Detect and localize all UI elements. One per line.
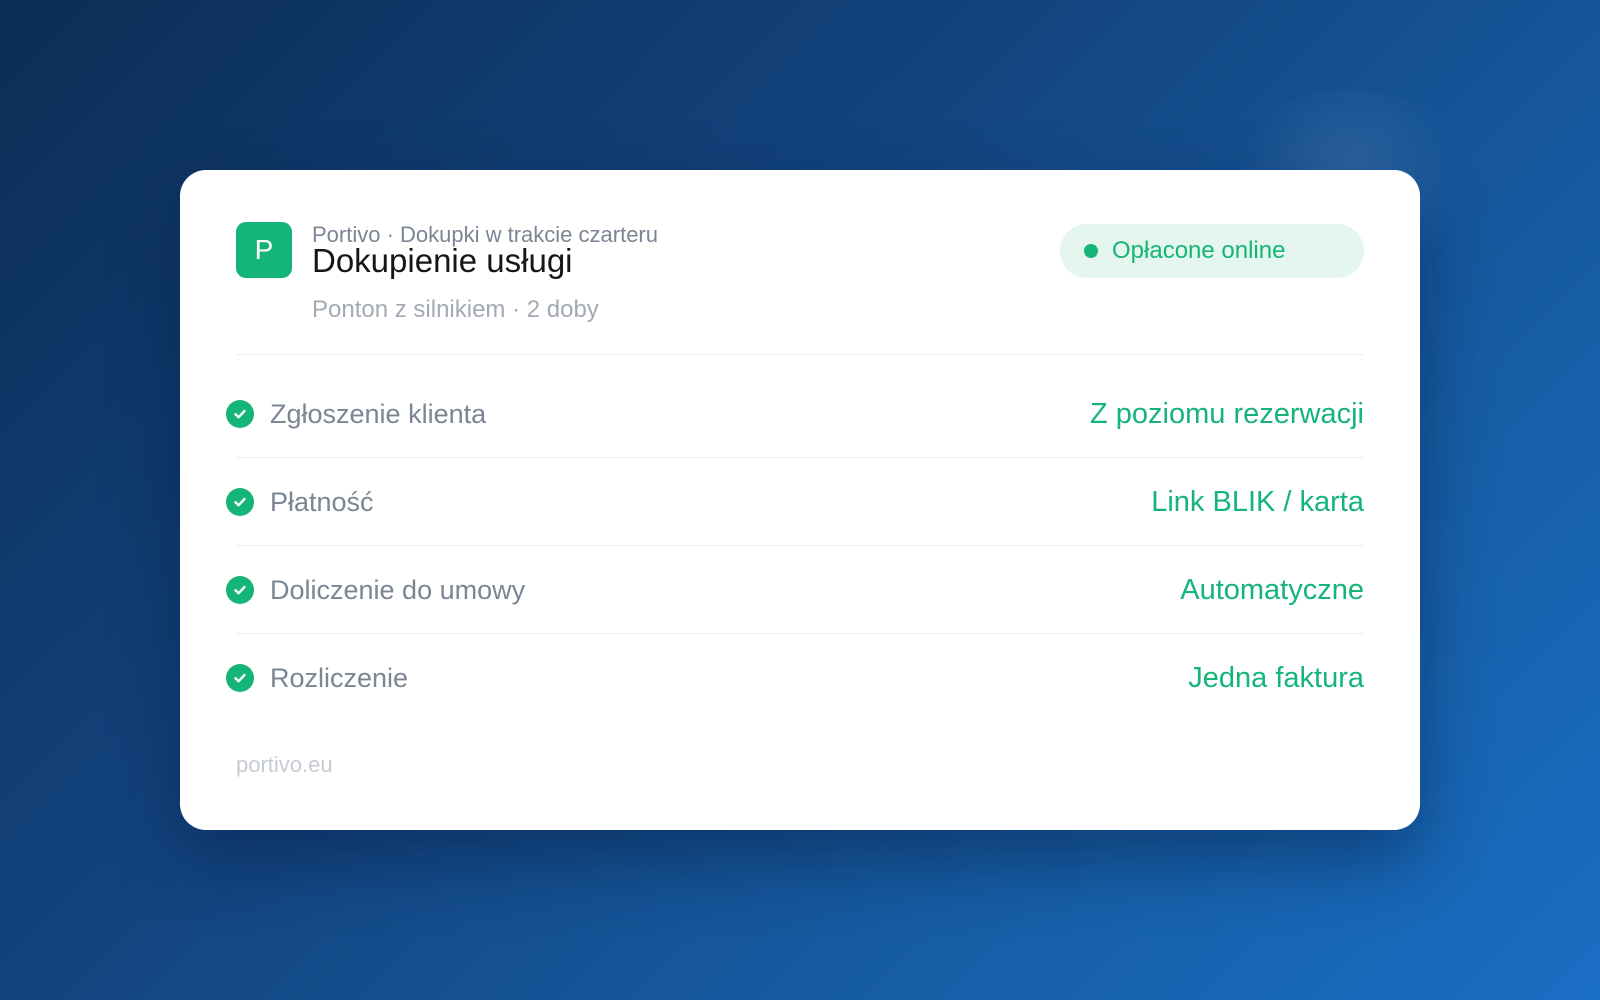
check-circle-icon — [226, 576, 254, 604]
step-label: Doliczenie do umowy — [270, 574, 526, 605]
portivo-logo: P — [236, 222, 292, 278]
check-circle-icon — [226, 400, 254, 428]
step-value: Jedna faktura — [1188, 661, 1364, 694]
header-divider — [236, 354, 1364, 355]
step-label: Płatność — [270, 486, 374, 517]
row-divider — [236, 633, 1364, 634]
step-row-settlement: Rozliczenie Jedna faktura — [226, 653, 1364, 703]
step-row-contract: Doliczenie do umowy Automatyczne — [226, 565, 1364, 615]
check-circle-icon — [226, 488, 254, 516]
service-subtitle: Ponton z silnikiem · 2 doby — [312, 296, 599, 323]
step-value: Automatyczne — [1180, 573, 1364, 606]
check-circle-icon — [226, 664, 254, 692]
service-purchase-card: P Portivo · Dokupki w trakcie czarteru D… — [180, 170, 1420, 830]
status-badge-label: Opłacone online — [1112, 237, 1286, 264]
step-label: Zgłoszenie klienta — [270, 398, 487, 429]
step-value: Link BLIK / karta — [1151, 485, 1364, 518]
status-badge: Opłacone online — [1060, 224, 1364, 278]
step-row-payment: Płatność Link BLIK / karta — [226, 477, 1364, 527]
step-row-client-request: Zgłoszenie klienta Z poziomu rezerwacji — [226, 389, 1364, 439]
logo-letter: P — [254, 234, 274, 265]
status-dot-icon — [1084, 244, 1098, 258]
row-divider — [236, 457, 1364, 458]
footer-domain: portivo.eu — [236, 752, 333, 777]
page-title: Dokupienie usługi — [312, 242, 573, 279]
row-divider — [236, 545, 1364, 546]
step-value: Z poziomu rezerwacji — [1090, 397, 1364, 430]
step-label: Rozliczenie — [270, 662, 409, 693]
